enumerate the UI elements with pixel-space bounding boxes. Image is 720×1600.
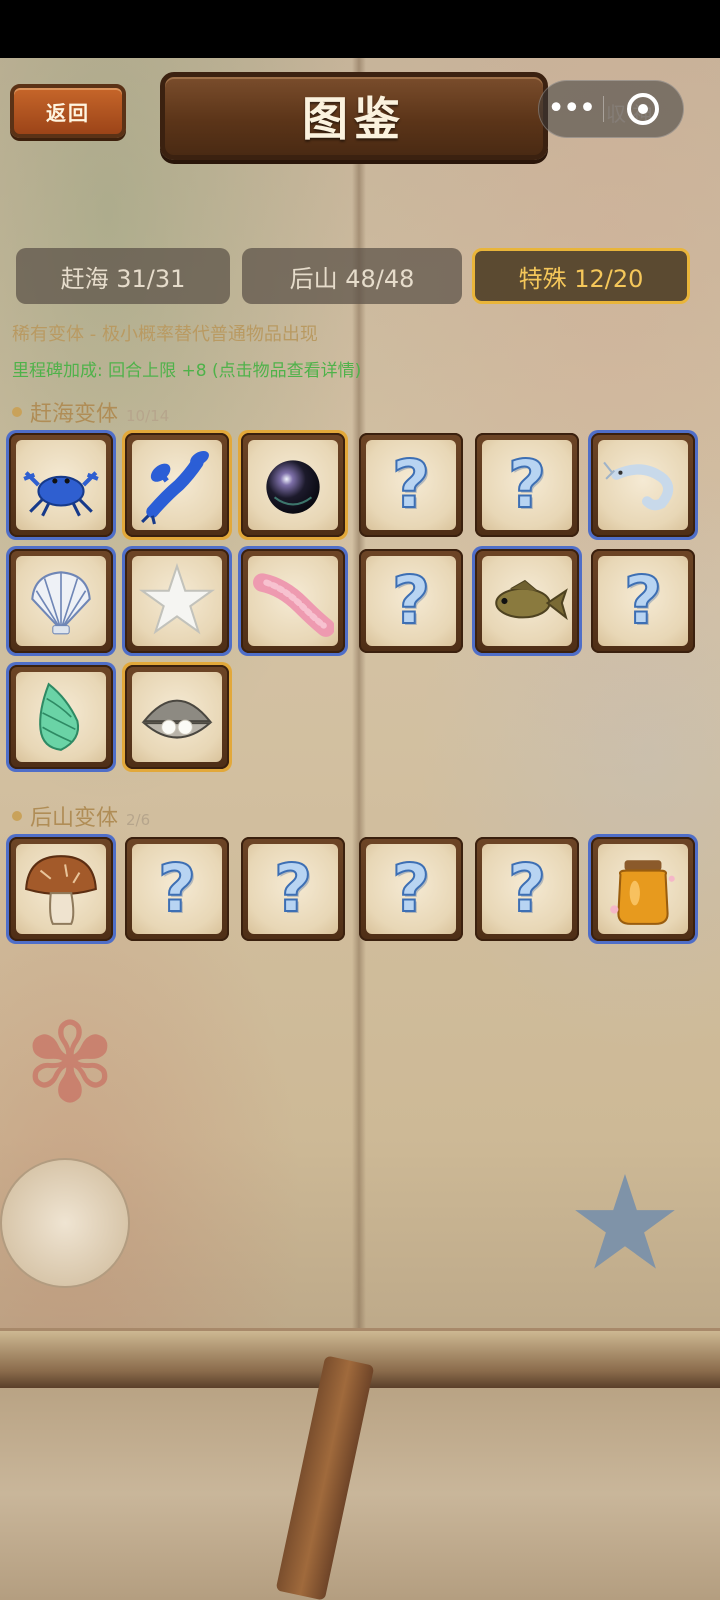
collection-card[interactable]: ? xyxy=(356,834,466,944)
collection-card[interactable] xyxy=(6,662,116,772)
collection-card[interactable] xyxy=(122,546,232,656)
card-frame: ? xyxy=(591,549,695,653)
collection-card[interactable] xyxy=(472,546,582,656)
collection-card[interactable]: ? xyxy=(356,546,466,656)
collection-card[interactable] xyxy=(122,430,232,540)
question-mark-glyph: ? xyxy=(391,446,431,523)
card-frame xyxy=(591,433,695,537)
question-mark-glyph: ? xyxy=(507,850,547,927)
title-plaque: 图鉴 xyxy=(160,72,548,160)
question-mark-icon: ? xyxy=(366,556,456,646)
card-frame: ? xyxy=(475,433,579,537)
question-mark-glyph: ? xyxy=(391,850,431,927)
card-frame xyxy=(591,837,695,941)
card-frame: ? xyxy=(475,837,579,941)
tab-special[interactable]: 特殊 12/20 xyxy=(472,248,690,304)
card-frame xyxy=(125,433,229,537)
card-frame xyxy=(125,665,229,769)
blue-lobster-icon xyxy=(132,440,222,530)
collection-card[interactable]: ? xyxy=(588,546,698,656)
collection-card[interactable] xyxy=(238,546,348,656)
collection-card[interactable] xyxy=(238,430,348,540)
tab-houshan[interactable]: 后山 48/48 xyxy=(242,248,462,304)
collection-card[interactable]: ? xyxy=(356,430,466,540)
collection-card[interactable] xyxy=(122,662,232,772)
card-frame: ? xyxy=(241,837,345,941)
fish-icon xyxy=(482,556,572,646)
collection-card[interactable]: ? xyxy=(122,834,232,944)
card-frame xyxy=(241,549,345,653)
card-frame xyxy=(475,549,579,653)
card-frame xyxy=(9,837,113,941)
question-mark-icon: ? xyxy=(482,844,572,934)
card-frame: ? xyxy=(125,837,229,941)
more-icon[interactable]: ••• xyxy=(539,80,603,138)
section-header-ganhai: 赶海变体 10/14 xyxy=(12,396,169,428)
green-conch-icon xyxy=(16,672,106,762)
collection-card[interactable] xyxy=(588,834,698,944)
collection-card[interactable] xyxy=(6,546,116,656)
scallop-shell-icon xyxy=(16,556,106,646)
section-header-houshan: 后山变体 2/6 xyxy=(12,800,150,832)
question-mark-icon: ? xyxy=(366,844,456,934)
section-title: 赶海变体 xyxy=(30,402,119,427)
collection-card[interactable] xyxy=(6,430,116,540)
starfish-decoration: ★ xyxy=(566,1147,684,1299)
section-count: 10/14 xyxy=(126,407,170,425)
section-title: 后山变体 xyxy=(30,806,119,831)
question-mark-icon: ? xyxy=(482,440,572,530)
collection-card[interactable] xyxy=(6,834,116,944)
white-shrimp-icon xyxy=(598,440,688,530)
target-icon xyxy=(627,93,660,125)
back-button[interactable]: 返回 xyxy=(10,84,126,138)
question-mark-icon: ? xyxy=(132,844,222,934)
blue-crab-icon xyxy=(16,440,106,530)
black-pearl-icon xyxy=(248,440,338,530)
card-frame: ? xyxy=(359,549,463,653)
miniprogram-capsule: ••• xyxy=(538,80,684,138)
card-frame xyxy=(9,665,113,769)
collection-card[interactable]: ? xyxy=(472,430,582,540)
pink-sea-cucumber-icon xyxy=(248,556,338,646)
bullet-dot xyxy=(12,407,22,417)
honey-jar-icon xyxy=(598,844,688,934)
card-frame xyxy=(9,433,113,537)
collection-card[interactable] xyxy=(588,430,698,540)
question-mark-glyph: ? xyxy=(157,850,197,927)
bullet-dot xyxy=(12,811,22,821)
card-frame: ? xyxy=(359,433,463,537)
status-bar xyxy=(0,0,720,58)
card-frame xyxy=(125,549,229,653)
card-frame xyxy=(241,433,345,537)
page-title: 图鉴 xyxy=(302,92,406,146)
collection-card[interactable]: ? xyxy=(238,834,348,944)
close-button[interactable] xyxy=(604,93,683,125)
card-frame: ? xyxy=(359,837,463,941)
question-mark-icon: ? xyxy=(248,844,338,934)
question-mark-glyph: ? xyxy=(273,850,313,927)
coral-decoration: ✾ xyxy=(23,999,117,1127)
collection-card[interactable]: ? xyxy=(472,834,582,944)
white-starfish-icon xyxy=(132,556,222,646)
pearl-clam-icon xyxy=(132,672,222,762)
milestone-bonus-info: 里程碑加成: 回合上限 +8 (点击物品查看详情) xyxy=(12,361,362,381)
question-mark-icon: ? xyxy=(366,440,456,530)
card-frame xyxy=(9,549,113,653)
mushroom-icon xyxy=(16,844,106,934)
section-count: 2/6 xyxy=(126,811,151,829)
question-mark-glyph: ? xyxy=(623,562,663,639)
tab-ganhai[interactable]: 赶海 31/31 xyxy=(16,248,230,304)
rare-variant-info: 稀有变体 - 极小概率替代普通物品出现 xyxy=(12,324,318,345)
question-mark-glyph: ? xyxy=(391,562,431,639)
question-mark-glyph: ? xyxy=(507,446,547,523)
sand-dollar-decoration xyxy=(0,1158,130,1288)
question-mark-icon: ? xyxy=(598,556,688,646)
